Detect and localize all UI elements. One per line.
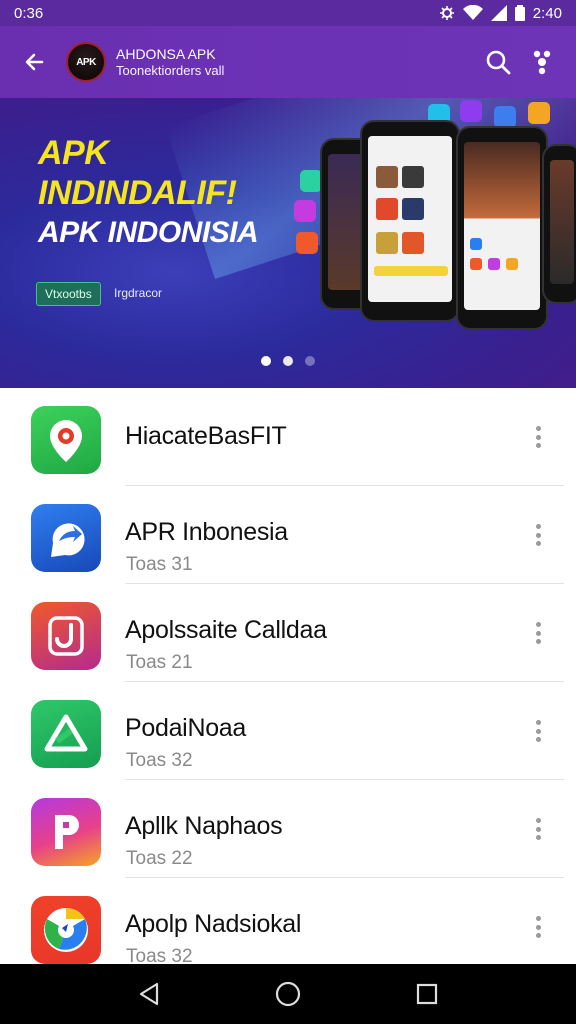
status-icons: 2:40 <box>439 5 562 22</box>
status-time-right: 2:40 <box>532 4 562 22</box>
floating-app-tile <box>296 232 318 254</box>
banner-pill-badge: Vtxootbs <box>36 282 101 306</box>
phone-mockup-right <box>542 144 576 304</box>
pager-dot-active[interactable] <box>261 356 271 366</box>
headline-line-1: APK <box>38 134 109 172</box>
more-options-button[interactable] <box>528 520 548 550</box>
back-button[interactable] <box>12 40 56 84</box>
app-name: Apolp Nadsiokal <box>125 910 302 938</box>
app-title: AHDONSA APK <box>116 45 216 62</box>
app-subtitle: Toas 22 <box>126 848 193 869</box>
app-subtitle: Toas 21 <box>126 652 193 673</box>
nav-recents-button[interactable] <box>403 970 451 1018</box>
pager-dot[interactable] <box>305 356 315 366</box>
back-triangle-icon <box>140 982 159 1006</box>
chrome-like-icon <box>31 896 101 964</box>
triangle-icon <box>31 700 101 768</box>
floating-app-tile <box>494 106 516 128</box>
wifi-icon <box>462 5 483 20</box>
system-nav-bar <box>0 964 576 1024</box>
promo-banner[interactable]: APK INDINDALIF! APK INDONISIA Vtxootbs I… <box>0 98 576 388</box>
phone-mockup-center <box>360 120 460 322</box>
floating-app-tile <box>460 100 482 122</box>
more-options-button[interactable] <box>528 912 548 942</box>
letter-p-icon <box>31 798 101 866</box>
search-button[interactable] <box>476 40 520 84</box>
status-time-left: 0:36 <box>14 4 44 22</box>
list-item[interactable]: APR Inbonesia Toas 31 <box>0 486 576 584</box>
app-list: HiacateBasFIT APR Inbonesia Toas 31 Apol… <box>0 388 576 976</box>
floating-app-tile <box>294 200 316 222</box>
location-pin-icon <box>31 406 101 474</box>
nav-back-button[interactable] <box>125 970 173 1018</box>
app-name: APR Inbonesia <box>125 518 288 546</box>
app-name: Apllk Naphaos <box>125 812 283 840</box>
back-arrow-icon <box>25 53 44 71</box>
app-logo: APK <box>66 42 106 82</box>
recents-square-icon <box>416 983 437 1005</box>
banner-sub-label: Irgdracor <box>114 286 163 300</box>
more-options-button[interactable] <box>528 618 548 648</box>
more-options-button[interactable] <box>520 40 564 84</box>
more-options-button[interactable] <box>528 422 548 452</box>
banner-headline: APK INDINDALIF! APK INDONISIA <box>38 134 259 249</box>
app-bar-titles: AHDONSA APK Toonektiorders vall <box>116 46 476 78</box>
share-arrow-icon <box>31 504 101 572</box>
headline-line-3: APK INDONISIA <box>38 216 259 249</box>
battery-icon <box>514 5 525 21</box>
headline-line-2: INDINDALIF! <box>38 174 237 212</box>
list-item[interactable]: HiacateBasFIT <box>0 388 576 486</box>
floating-app-tile <box>528 102 550 124</box>
list-item[interactable]: Apllk Naphaos Toas 22 <box>0 780 576 878</box>
more-options-button[interactable] <box>528 716 548 746</box>
app-name: PodaiNoaa <box>125 714 247 742</box>
app-name: Apolssaite Calldaa <box>125 616 327 644</box>
list-item[interactable]: PodaiNoaa Toas 32 <box>0 682 576 780</box>
app-subtitle: Toas 32 <box>126 750 193 771</box>
list-item[interactable]: Apolp Nadsiokal Toas 32 <box>0 878 576 976</box>
more-options-button[interactable] <box>528 814 548 844</box>
pill-label: Vtxootbs <box>45 287 92 301</box>
app-bar: APK AHDONSA APK Toonektiorders vall <box>0 26 576 98</box>
more-vert-icon <box>533 50 551 75</box>
app-name: HiacateBasFIT <box>125 422 287 450</box>
settings-status-icon <box>439 6 454 20</box>
banner-pager <box>0 356 576 366</box>
app-subtitle: Toonektiorders vall <box>116 62 225 78</box>
nav-home-button[interactable] <box>264 970 312 1018</box>
signal-icon <box>490 5 507 21</box>
phone-mockup-main <box>456 126 548 330</box>
floating-app-tile <box>300 170 322 192</box>
status-bar: 0:36 2:40 <box>0 0 576 26</box>
home-circle-icon <box>275 981 301 1007</box>
app-subtitle: Toas 31 <box>126 554 193 575</box>
pager-dot[interactable] <box>283 356 293 366</box>
letter-j-icon <box>31 602 101 670</box>
list-item[interactable]: Apolssaite Calldaa Toas 21 <box>0 584 576 682</box>
logo-text: APK <box>76 56 96 68</box>
search-icon <box>486 50 511 75</box>
